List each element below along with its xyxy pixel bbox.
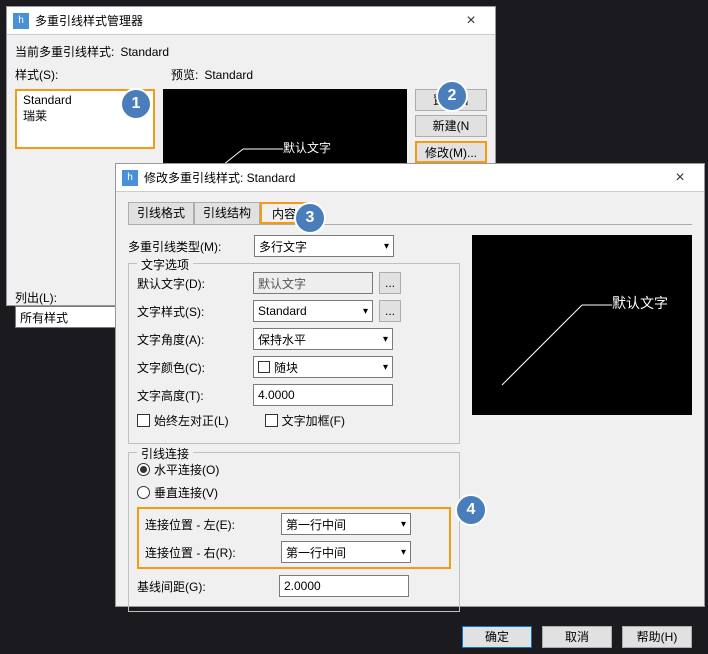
- text-style-dropdown[interactable]: Standard▾: [253, 300, 373, 322]
- annotation-4: 4: [455, 494, 487, 526]
- annotation-1: 1: [120, 88, 152, 120]
- text-height-label: 文字高度(T):: [137, 387, 247, 404]
- app-icon: h: [122, 170, 138, 186]
- text-options-title: 文字选项: [137, 256, 193, 273]
- current-style-value: Standard: [120, 45, 169, 59]
- chevron-down-icon: ▾: [401, 547, 406, 558]
- chevron-down-icon: ▾: [383, 334, 388, 345]
- color-swatch-icon: [258, 361, 270, 373]
- window-title-2: 修改多重引线样式: Standard: [144, 169, 662, 186]
- attach-left-label: 连接位置 - 左(E):: [145, 516, 275, 533]
- text-style-label: 文字样式(S):: [137, 303, 247, 320]
- horizontal-attach-radio[interactable]: 水平连接(O): [137, 461, 219, 478]
- preview-text-1: 默认文字: [283, 139, 331, 156]
- titlebar-1: h 多重引线样式管理器 ×: [7, 7, 495, 35]
- modify-mleader-style-window: h 修改多重引线样式: Standard × 引线格式 引线结构 内容 多重引线…: [115, 163, 705, 607]
- titlebar-2: h 修改多重引线样式: Standard ×: [116, 164, 704, 192]
- chevron-down-icon: ▾: [363, 306, 368, 317]
- text-options-group: 文字选项 默认文字(D):默认文字... 文字样式(S):Standard▾..…: [128, 263, 460, 444]
- attach-right-dropdown[interactable]: 第一行中间▾: [281, 541, 411, 563]
- preview-text-2: 默认文字: [612, 293, 668, 313]
- tab-leader-structure[interactable]: 引线结构: [194, 202, 260, 224]
- baseline-gap-field[interactable]: 2.0000: [279, 575, 409, 597]
- vertical-attach-radio[interactable]: 垂直连接(V): [137, 484, 218, 501]
- cancel-button[interactable]: 取消: [542, 626, 612, 648]
- attach-left-dropdown[interactable]: 第一行中间▾: [281, 513, 411, 535]
- text-color-label: 文字颜色(C):: [137, 359, 247, 376]
- chevron-down-icon: ▾: [401, 519, 406, 530]
- preview-label: 预览:: [171, 66, 198, 83]
- browse-text-style-button[interactable]: ...: [379, 300, 401, 322]
- text-angle-dropdown[interactable]: 保持水平▾: [253, 328, 393, 350]
- attach-right-label: 连接位置 - 右(R):: [145, 544, 275, 561]
- browse-default-text-button[interactable]: ...: [379, 272, 401, 294]
- new-button[interactable]: 新建(N: [415, 115, 487, 137]
- help-button[interactable]: 帮助(H): [622, 626, 692, 648]
- annotation-3: 3: [294, 202, 326, 234]
- ok-button[interactable]: 确定: [462, 626, 532, 648]
- always-left-align-checkbox[interactable]: 始终左对正(L): [137, 412, 229, 429]
- default-text-field[interactable]: 默认文字: [253, 272, 373, 294]
- text-height-field[interactable]: 4.0000: [253, 384, 393, 406]
- tab-leader-format[interactable]: 引线格式: [128, 202, 194, 224]
- close-icon[interactable]: ×: [662, 169, 698, 187]
- annotation-2: 2: [436, 80, 468, 112]
- mtype-dropdown[interactable]: 多行文字▾: [254, 235, 394, 257]
- leader-attachment-group: 引线连接 水平连接(O) 垂直连接(V) 连接位置 - 左(E):第一行中间▾ …: [128, 452, 460, 612]
- chevron-down-icon: ▾: [384, 241, 389, 252]
- leader-attachment-title: 引线连接: [137, 445, 193, 462]
- text-frame-checkbox[interactable]: 文字加框(F): [265, 412, 345, 429]
- text-angle-label: 文字角度(A):: [137, 331, 247, 348]
- preview-style-name: Standard: [204, 68, 253, 82]
- modify-button[interactable]: 修改(M)...: [415, 141, 487, 163]
- baseline-gap-label: 基线间距(G):: [137, 578, 273, 595]
- chevron-down-icon: ▾: [383, 362, 388, 373]
- styles-label: 样式(S):: [15, 66, 165, 83]
- preview-pane-2: 默认文字: [472, 235, 692, 415]
- current-style-label: 当前多重引线样式:: [15, 43, 114, 60]
- close-icon[interactable]: ×: [453, 12, 489, 30]
- mtype-label: 多重引线类型(M):: [128, 238, 248, 255]
- text-color-dropdown[interactable]: 随块▾: [253, 356, 393, 378]
- app-icon: h: [13, 13, 29, 29]
- default-text-label: 默认文字(D):: [137, 275, 247, 292]
- window-title-1: 多重引线样式管理器: [35, 12, 453, 29]
